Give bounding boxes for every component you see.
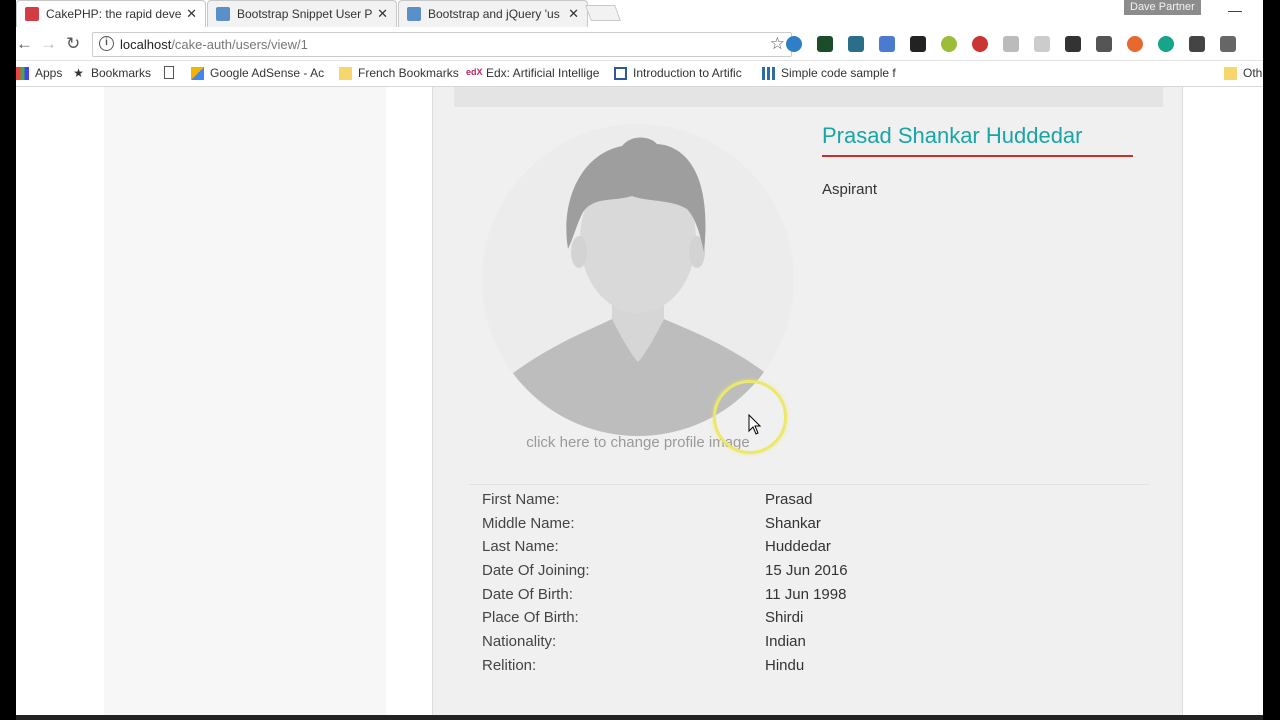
bookmark-label: Apps (35, 66, 63, 80)
audio-icon[interactable] (1096, 36, 1112, 52)
bookmark-other[interactable]: Oth (1224, 66, 1262, 80)
close-icon[interactable]: ✕ (377, 6, 388, 22)
adsense-icon (191, 66, 204, 80)
detail-label: Last Name: (482, 538, 559, 556)
folder-icon (339, 66, 352, 80)
tab-bootstrap-jquery[interactable]: Bootstrap and jQuery 'us ✕ (398, 0, 588, 27)
tab-title: Bootstrap Snippet User P (237, 7, 372, 21)
detail-label: Place Of Birth: (482, 609, 579, 627)
extension-icon[interactable] (817, 36, 833, 52)
detail-value: Huddedar (765, 538, 831, 556)
extension-icon[interactable] (972, 36, 988, 52)
detail-label: Nationality: (482, 633, 557, 651)
bookmarks-bar: Apps ★ Bookmarks Google AdSense - Ac Fre… (16, 61, 1263, 87)
course-icon (614, 66, 627, 80)
profile-card: click here to change profile image Prasa… (432, 87, 1183, 717)
detail-label: First Name: (482, 491, 560, 508)
info-icon[interactable]: i (99, 36, 114, 51)
back-button[interactable]: ← (16, 34, 33, 54)
new-tab-button[interactable] (585, 5, 621, 21)
bookmark-simple-code[interactable]: Simple code sample f (762, 66, 896, 80)
screen-right-edge (1263, 0, 1280, 720)
bookmark-french[interactable]: French Bookmarks (339, 66, 459, 80)
extension-icon[interactable] (1189, 36, 1205, 52)
bookmark-star-icon[interactable]: ☆ (770, 34, 785, 54)
dropbox-icon[interactable] (1003, 36, 1019, 52)
page-sidebar (104, 87, 386, 717)
bookmark-label: Edx: Artificial Intellige (486, 66, 600, 80)
bootstrap-favicon-icon (407, 7, 421, 21)
forward-button[interactable]: → (40, 34, 57, 54)
details-divider (469, 484, 1149, 485)
bookmark-adsense[interactable]: Google AdSense - Ac (191, 66, 324, 80)
detail-value: Prasad (765, 491, 813, 508)
extension-icon[interactable] (848, 36, 864, 52)
bookmark-label: Introduction to Artific (633, 66, 742, 80)
url-text: localhost/cake-auth/users/view/1 (120, 37, 308, 52)
screen-left-edge (0, 0, 16, 720)
extension-icon[interactable] (1158, 36, 1174, 52)
tab-title: CakePHP: the rapid deve (46, 7, 181, 21)
cakephp-favicon-icon (25, 7, 39, 21)
download-icon[interactable] (1065, 36, 1081, 52)
reload-button[interactable]: ↻ (66, 34, 80, 54)
detail-value: 11 Jun 1998 (765, 585, 847, 603)
detail-value: Hindu (765, 656, 805, 674)
detail-label: Date Of Birth: (482, 585, 573, 603)
name-underline (822, 155, 1133, 157)
bookmark-label: Simple code sample f (781, 66, 896, 80)
tab-bar: CakePHP: the rapid deve ✕ Bootstrap Snip… (16, 0, 1263, 27)
detail-label: Relition: (482, 656, 537, 674)
edx-icon: edX (466, 66, 483, 77)
screen-bottom-edge (16, 715, 1263, 720)
bookmark-label: Bookmarks (91, 66, 152, 80)
extension-icon[interactable] (910, 36, 926, 52)
apps-grid-icon (16, 66, 29, 80)
url-path: /cake-auth/users/view/1 (171, 37, 308, 52)
bookmark-edx[interactable]: edX Edx: Artificial Intellige (466, 66, 599, 80)
star-icon: ★ (73, 65, 84, 80)
translate-icon[interactable] (879, 36, 895, 52)
bookmark-bookmarks[interactable]: ★ Bookmarks (72, 66, 151, 80)
bookmark-label: Google AdSense - Ac (210, 66, 325, 80)
close-icon[interactable]: ✕ (568, 6, 579, 22)
mouse-pointer-icon (748, 414, 762, 435)
profile-badge[interactable]: Dave Partner (1124, 0, 1201, 15)
bookmark-label: Oth (1243, 66, 1263, 80)
profile-full-name: Prasad Shankar Huddedar (822, 123, 1083, 148)
extension-icons (786, 36, 1236, 52)
extension-icon[interactable] (1034, 36, 1050, 52)
extension-icon[interactable] (786, 36, 802, 52)
page-viewport: click here to change profile image Prasa… (16, 87, 1263, 717)
detail-value: Shankar (765, 514, 821, 532)
bookmark-intro-ai[interactable]: Introduction to Artific (614, 66, 742, 80)
tab-cakephp[interactable]: CakePHP: the rapid deve ✕ (16, 0, 206, 27)
detail-value: Indian (765, 633, 806, 651)
extension-icon[interactable] (1127, 36, 1143, 52)
detail-label: Middle Name: (482, 514, 575, 532)
address-bar[interactable]: i localhost/cake-auth/users/view/1 ☆ (92, 32, 792, 57)
bootstrap-favicon-icon (216, 7, 230, 21)
card-header (454, 87, 1163, 107)
tab-bootstrap-snippet[interactable]: Bootstrap Snippet User P ✕ (207, 0, 397, 27)
bookmark-apps[interactable]: Apps (16, 66, 62, 80)
bookmark-label: French Bookmarks (358, 66, 459, 80)
extension-icon[interactable] (941, 36, 957, 52)
detail-label: Date Of Joining: (482, 562, 590, 580)
close-icon[interactable]: ✕ (186, 6, 197, 22)
grid-icon (762, 66, 775, 80)
tab-title: Bootstrap and jQuery 'us (428, 7, 560, 21)
folder-icon (1224, 66, 1237, 80)
profile-role: Aspirant (822, 181, 878, 198)
minimize-button[interactable]: — (1228, 2, 1242, 18)
page-icon (164, 66, 174, 79)
url-host: localhost (120, 37, 172, 52)
detail-value: 15 Jun 2016 (765, 562, 848, 580)
bookmark-page[interactable] (164, 66, 180, 79)
detail-value: Shirdi (765, 609, 804, 627)
extension-icon[interactable] (1220, 36, 1236, 52)
browser-toolbar: ← → ↻ i localhost/cake-auth/users/view/1… (16, 27, 1263, 61)
